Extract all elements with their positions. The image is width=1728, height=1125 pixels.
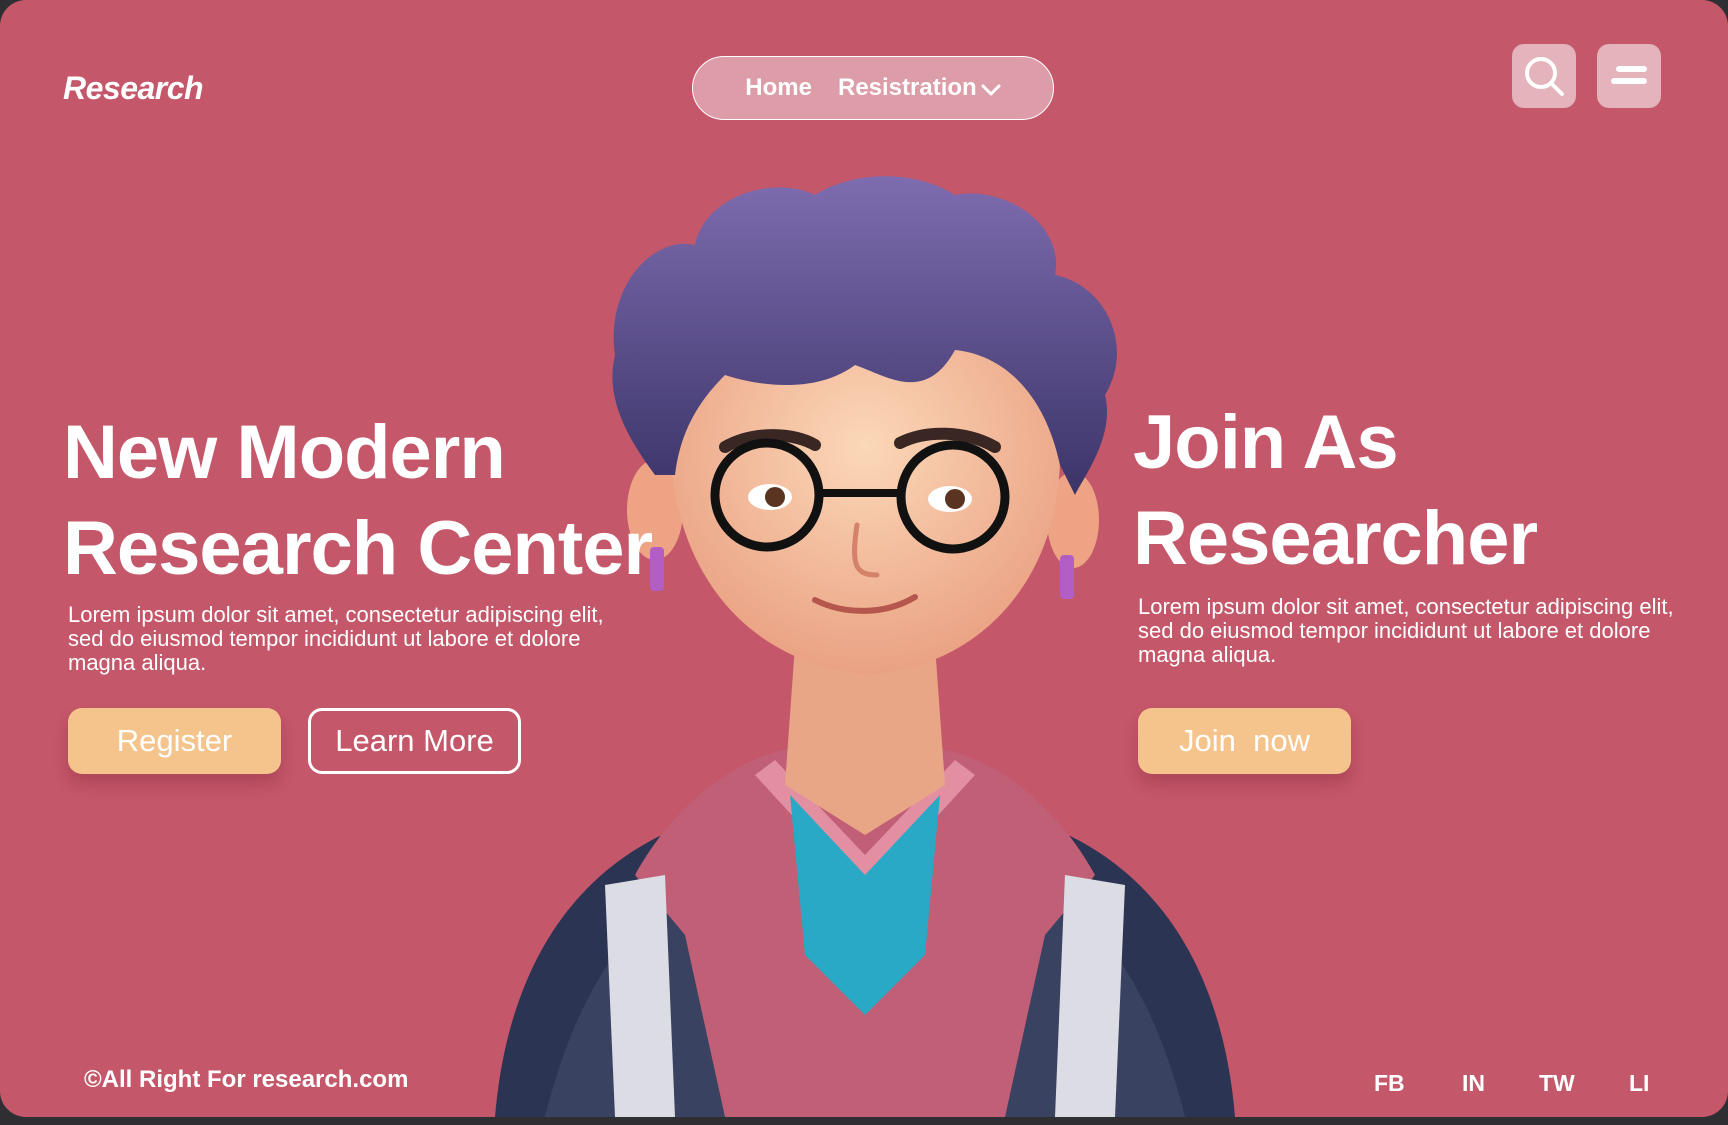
hero-section: New Modern Research Center Lorem ipsum d… xyxy=(63,405,683,675)
join-title-line2: Researcher xyxy=(1133,496,1538,581)
menu-icon xyxy=(1611,66,1647,84)
copyright-text: ©All Right For research.com xyxy=(84,1066,409,1093)
social-link-tw[interactable]: TW xyxy=(1539,1070,1575,1097)
landing-page: Research Home Resistration New Modern Re… xyxy=(0,0,1728,1117)
chevron-down-icon xyxy=(981,84,1001,96)
main-nav: Home Resistration xyxy=(692,56,1054,120)
social-link-fb[interactable]: FB xyxy=(1374,1070,1405,1097)
join-now-button[interactable]: Join now xyxy=(1138,708,1351,774)
learn-more-button[interactable]: Learn More xyxy=(308,708,521,774)
social-link-in[interactable]: IN xyxy=(1462,1070,1485,1097)
brand-logo[interactable]: Research xyxy=(63,70,204,107)
hero-description: Lorem ipsum dolor sit amet, consectetur … xyxy=(68,602,604,675)
social-link-li[interactable]: LI xyxy=(1629,1070,1649,1097)
join-description: Lorem ipsum dolor sit amet, consectetur … xyxy=(1138,594,1674,667)
join-title: Join As Researcher xyxy=(1133,395,1693,587)
nav-home[interactable]: Home xyxy=(745,74,812,102)
hero-title: New Modern Research Center xyxy=(63,405,683,597)
nav-registration[interactable]: Resistration xyxy=(838,74,1001,102)
hero-title-line1: New Modern xyxy=(63,410,506,495)
menu-button[interactable] xyxy=(1597,44,1661,108)
search-button[interactable] xyxy=(1512,44,1576,108)
nav-registration-label: Resistration xyxy=(837,74,977,101)
join-title-line1: Join As xyxy=(1133,400,1399,485)
join-section: Join As Researcher Lorem ipsum dolor sit… xyxy=(1133,395,1693,667)
register-button[interactable]: Register xyxy=(68,708,281,774)
search-icon xyxy=(1525,57,1564,96)
hero-title-line2: Research Center xyxy=(63,506,653,591)
